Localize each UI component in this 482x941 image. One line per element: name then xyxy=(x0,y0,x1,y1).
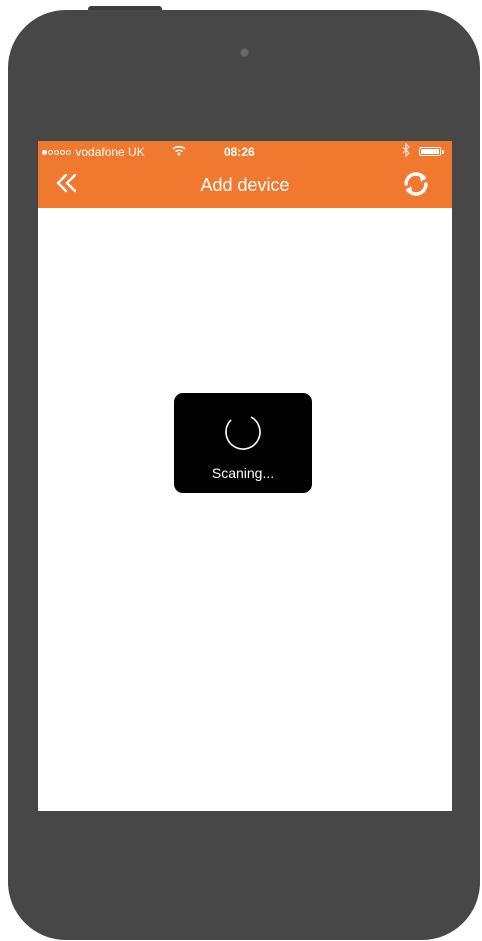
carrier-info: vodafone UK xyxy=(42,145,145,159)
battery-level xyxy=(421,149,439,154)
loading-text: Scaning... xyxy=(211,465,275,481)
navigation-bar: Add device xyxy=(38,163,452,208)
loading-indicator: Scaning... xyxy=(174,393,312,493)
bluetooth-icon xyxy=(402,142,410,160)
wifi-icon xyxy=(172,145,186,159)
device-mockup: vodafone UK 08:26 Add device Scaning... xyxy=(0,0,482,941)
spinner-icon xyxy=(222,411,264,453)
app-screen: vodafone UK 08:26 Add device Scaning... xyxy=(38,141,452,811)
status-time: 08:26 xyxy=(224,145,255,159)
front-camera xyxy=(240,48,249,57)
refresh-button[interactable] xyxy=(396,170,436,202)
battery-tip xyxy=(442,150,444,154)
page-title: Add device xyxy=(200,175,290,195)
battery-icon xyxy=(419,147,441,156)
carrier-name: vodafone UK xyxy=(75,145,145,159)
signal-strength-icon xyxy=(42,145,75,159)
refresh-icon xyxy=(401,169,431,204)
status-bar: vodafone UK 08:26 xyxy=(38,141,452,163)
